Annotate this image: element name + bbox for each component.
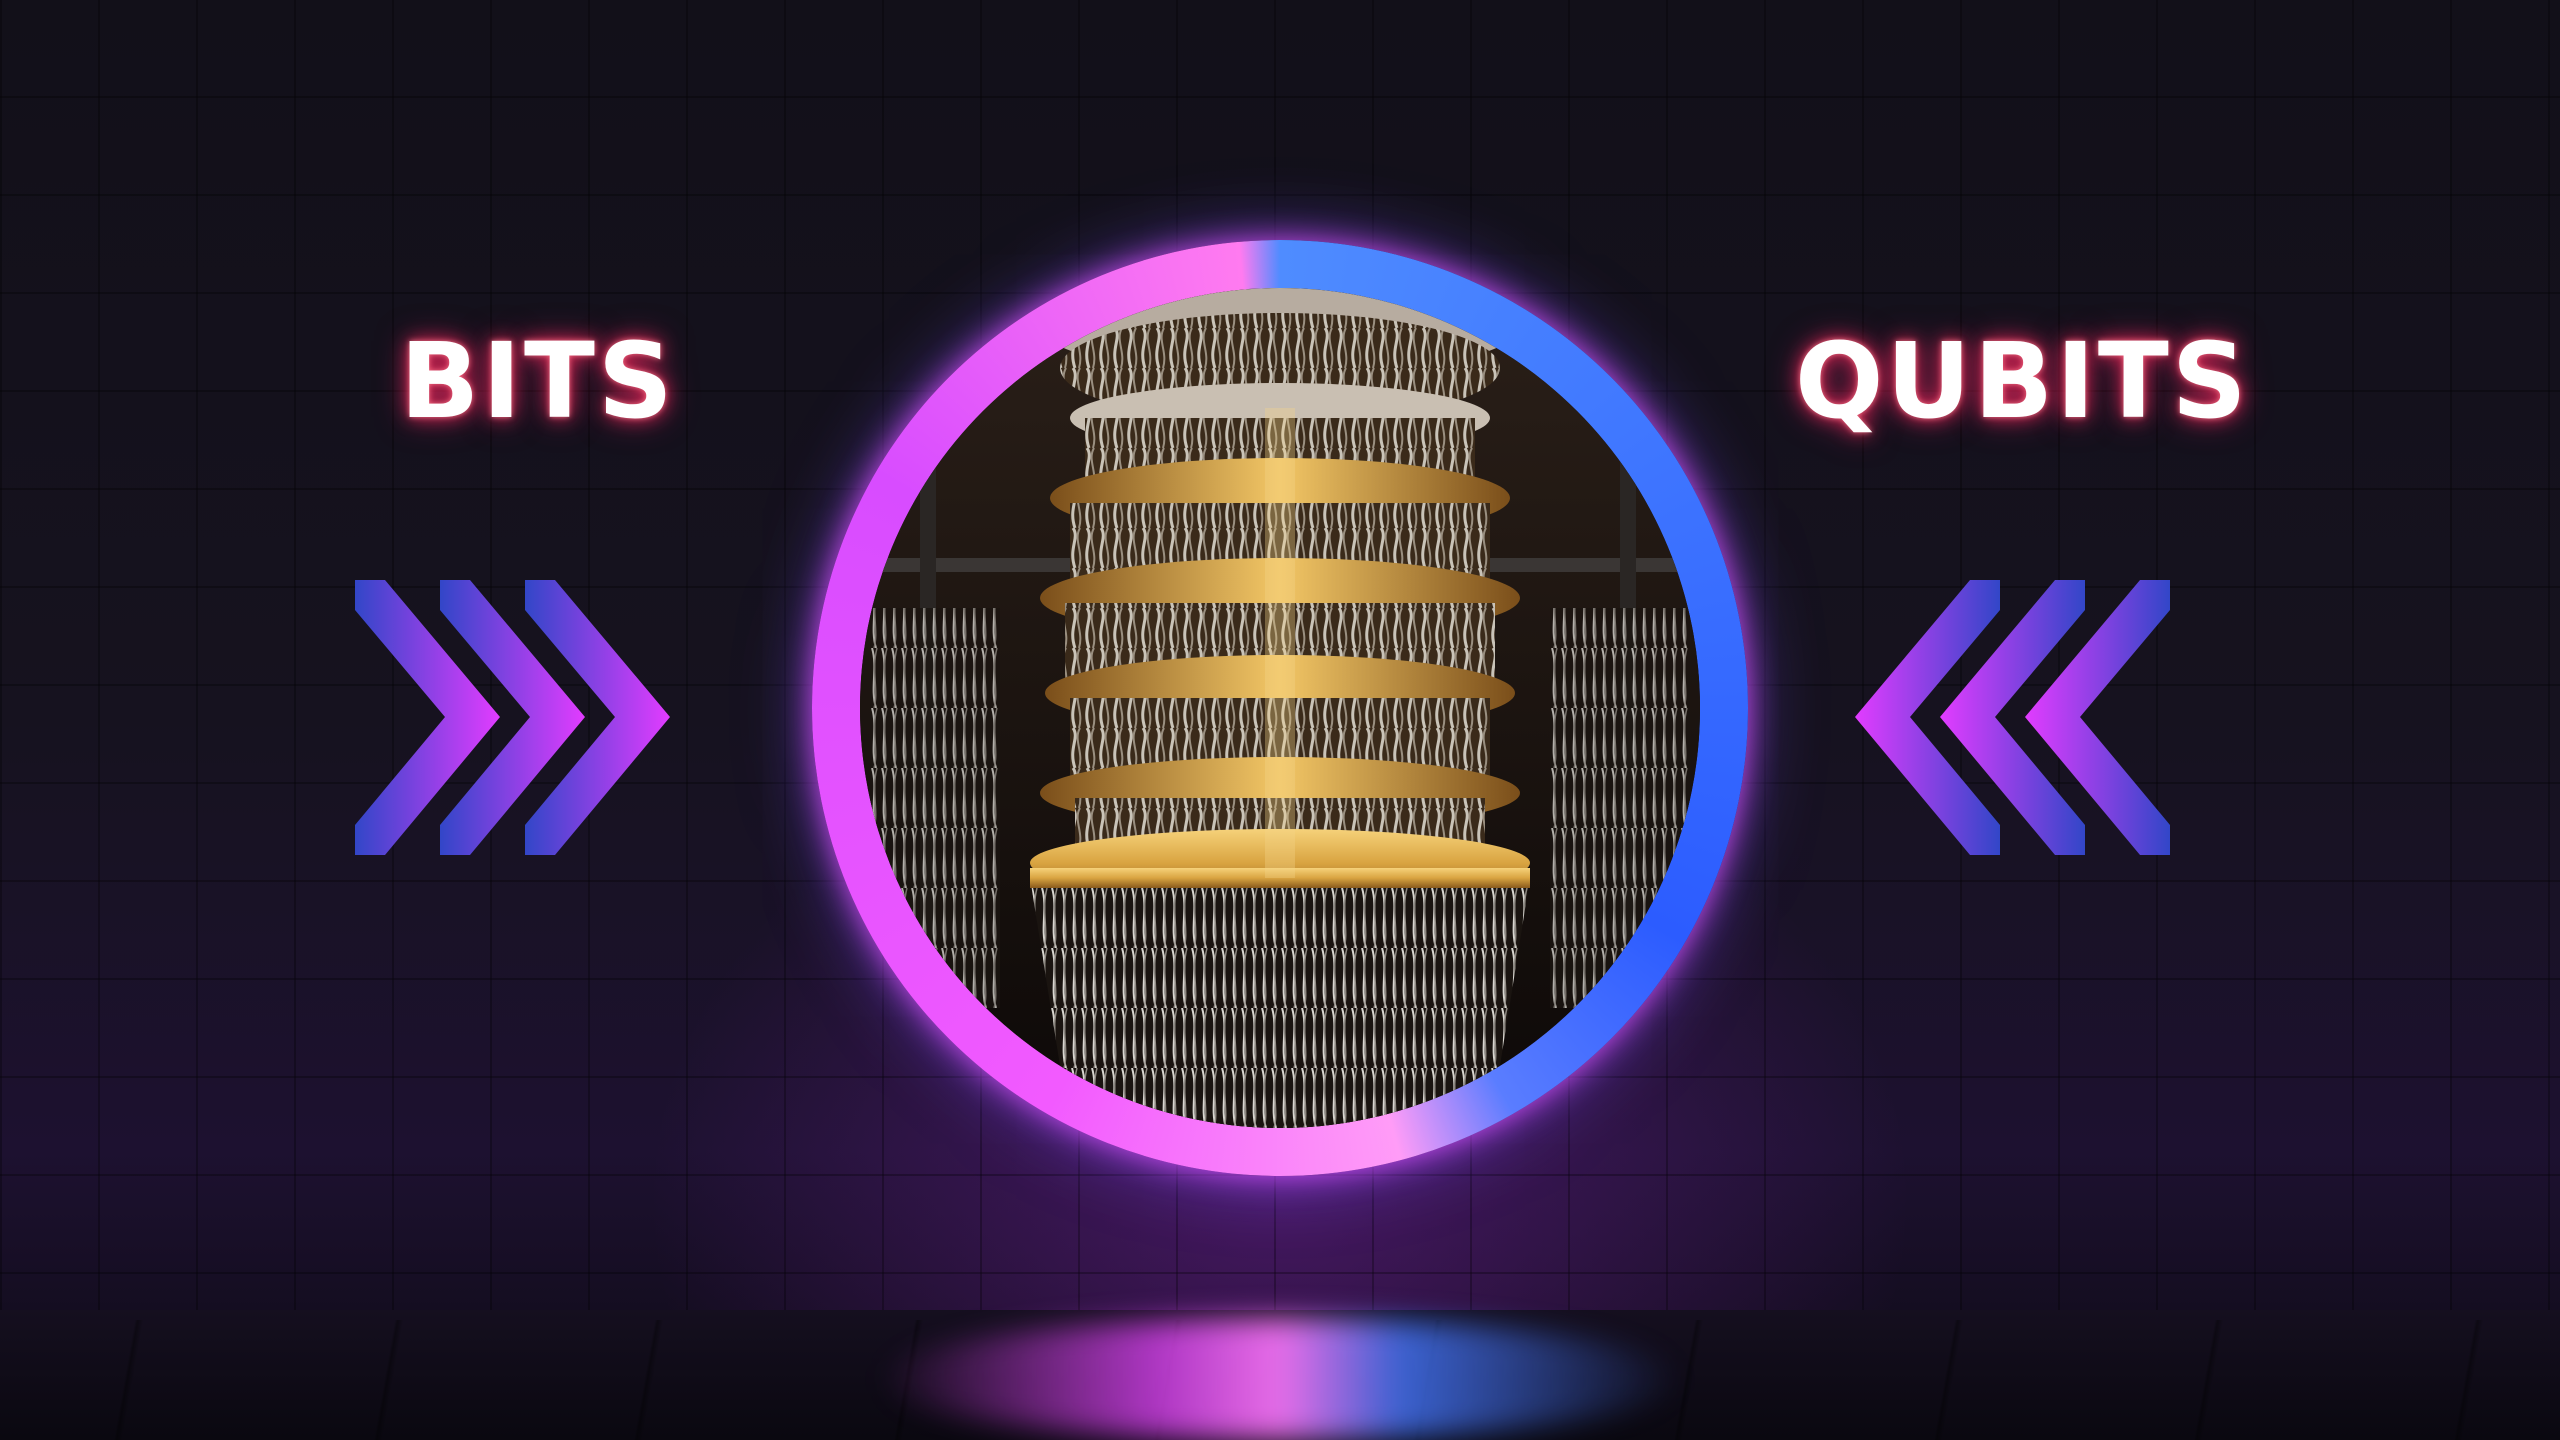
chevrons-left-icon — [1855, 580, 2170, 855]
floor-glow — [880, 1318, 1680, 1440]
bits-label: BITS — [400, 320, 676, 442]
chevrons-right-icon — [355, 580, 670, 855]
qubits-label: QUBITS — [1795, 320, 2250, 442]
quantum-computer-image — [860, 288, 1700, 1128]
thumbnail-canvas: BITS QUBITS — [0, 0, 2560, 1440]
